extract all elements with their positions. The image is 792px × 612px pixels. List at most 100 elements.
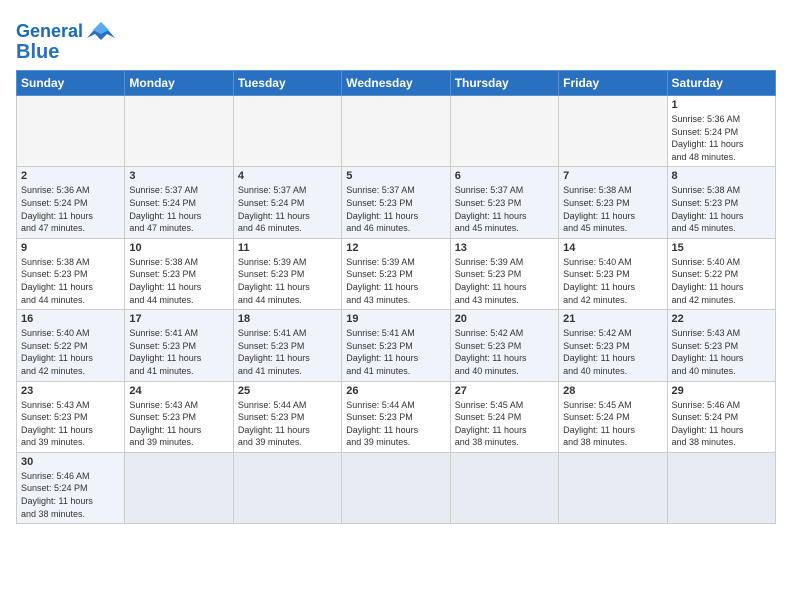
day-number: 23 (21, 385, 120, 397)
calendar-day-cell: 9 Sunrise: 5:38 AM Sunset: 5:23 PM Daylig… (17, 238, 125, 309)
calendar-day-cell: 23Sunrise: 5:43 AM Sunset: 5:23 PM Dayli… (17, 381, 125, 452)
day-info: Sunrise: 5:37 AM Sunset: 5:24 PM Dayligh… (238, 184, 337, 234)
day-info: Sunrise: 5:38 AM Sunset: 5:23 PM Dayligh… (672, 184, 771, 234)
day-info: Sunrise: 5:37 AM Sunset: 5:24 PM Dayligh… (129, 184, 228, 234)
calendar-day-cell (125, 452, 233, 523)
calendar-day-cell (667, 452, 775, 523)
calendar-day-cell: 21Sunrise: 5:42 AM Sunset: 5:23 PM Dayli… (559, 310, 667, 381)
day-number: 9 (21, 242, 120, 254)
day-number: 16 (21, 313, 120, 325)
day-info: Sunrise: 5:39 AM Sunset: 5:23 PM Dayligh… (346, 256, 445, 306)
page-container: General Blue SundayMondayTuesdayWednesda… (16, 16, 776, 524)
day-number: 28 (563, 385, 662, 397)
day-info: Sunrise: 5:41 AM Sunset: 5:23 PM Dayligh… (238, 327, 337, 377)
day-info: Sunrise: 5:36 AM Sunset: 5:24 PM Dayligh… (21, 184, 120, 234)
day-info: Sunrise: 5:45 AM Sunset: 5:24 PM Dayligh… (455, 399, 554, 449)
calendar-day-cell (17, 96, 125, 167)
calendar-week-row: 30 Sunrise: 5:46 AM Sunset: 5:24 PM Dayli… (17, 452, 776, 523)
day-number: 30 (21, 456, 120, 468)
logo-bird-icon (87, 20, 115, 42)
logo-text: General (16, 22, 83, 40)
day-number: 8 (672, 170, 771, 182)
calendar-day-cell: 30 Sunrise: 5:46 AM Sunset: 5:24 PM Dayli… (17, 452, 125, 523)
calendar-day-cell (125, 96, 233, 167)
calendar-day-cell: 18 Sunrise: 5:41 AM Sunset: 5:23 PM Dayli… (233, 310, 341, 381)
day-number: 26 (346, 385, 445, 397)
day-number: 2 (21, 170, 120, 182)
calendar-week-row: 23Sunrise: 5:43 AM Sunset: 5:23 PM Dayli… (17, 381, 776, 452)
calendar-day-cell (450, 452, 558, 523)
day-number: 27 (455, 385, 554, 397)
day-info: Sunrise: 5:40 AM Sunset: 5:22 PM Dayligh… (672, 256, 771, 306)
calendar-day-cell (233, 96, 341, 167)
calendar-day-cell: 24Sunrise: 5:43 AM Sunset: 5:23 PM Dayli… (125, 381, 233, 452)
day-number: 20 (455, 313, 554, 325)
calendar-header-thursday: Thursday (450, 71, 558, 96)
calendar-header-monday: Monday (125, 71, 233, 96)
calendar-header-saturday: Saturday (667, 71, 775, 96)
day-info: Sunrise: 5:36 AM Sunset: 5:24 PM Dayligh… (672, 113, 771, 163)
day-info: Sunrise: 5:46 AM Sunset: 5:24 PM Dayligh… (21, 470, 120, 520)
calendar-day-cell (342, 96, 450, 167)
day-info: Sunrise: 5:41 AM Sunset: 5:23 PM Dayligh… (346, 327, 445, 377)
day-info: Sunrise: 5:38 AM Sunset: 5:23 PM Dayligh… (21, 256, 120, 306)
day-number: 7 (563, 170, 662, 182)
calendar-day-cell: 11Sunrise: 5:39 AM Sunset: 5:23 PM Dayli… (233, 238, 341, 309)
calendar-day-cell (559, 452, 667, 523)
calendar-day-cell (559, 96, 667, 167)
calendar-day-cell: 6Sunrise: 5:37 AM Sunset: 5:23 PM Daylig… (450, 167, 558, 238)
day-info: Sunrise: 5:38 AM Sunset: 5:23 PM Dayligh… (129, 256, 228, 306)
calendar-day-cell: 3 Sunrise: 5:37 AM Sunset: 5:24 PM Daylig… (125, 167, 233, 238)
calendar-week-row: 16 Sunrise: 5:40 AM Sunset: 5:22 PM Dayli… (17, 310, 776, 381)
logo-blue-text: Blue (16, 42, 59, 62)
calendar-day-cell: 19Sunrise: 5:41 AM Sunset: 5:23 PM Dayli… (342, 310, 450, 381)
calendar-day-cell: 4 Sunrise: 5:37 AM Sunset: 5:24 PM Daylig… (233, 167, 341, 238)
day-number: 1 (672, 99, 771, 111)
day-number: 4 (238, 170, 337, 182)
day-info: Sunrise: 5:44 AM Sunset: 5:23 PM Dayligh… (238, 399, 337, 449)
calendar-day-cell: 7Sunrise: 5:38 AM Sunset: 5:23 PM Daylig… (559, 167, 667, 238)
calendar-day-cell (342, 452, 450, 523)
day-number: 15 (672, 242, 771, 254)
day-info: Sunrise: 5:40 AM Sunset: 5:22 PM Dayligh… (21, 327, 120, 377)
day-info: Sunrise: 5:39 AM Sunset: 5:23 PM Dayligh… (455, 256, 554, 306)
calendar-day-cell: 20 Sunrise: 5:42 AM Sunset: 5:23 PM Dayli… (450, 310, 558, 381)
day-number: 12 (346, 242, 445, 254)
logo: General Blue (16, 16, 115, 62)
calendar-day-cell: 17 Sunrise: 5:41 AM Sunset: 5:23 PM Dayli… (125, 310, 233, 381)
day-info: Sunrise: 5:43 AM Sunset: 5:23 PM Dayligh… (672, 327, 771, 377)
calendar-day-cell: 29 Sunrise: 5:46 AM Sunset: 5:24 PM Dayli… (667, 381, 775, 452)
day-number: 14 (563, 242, 662, 254)
day-number: 18 (238, 313, 337, 325)
day-number: 5 (346, 170, 445, 182)
day-info: Sunrise: 5:45 AM Sunset: 5:24 PM Dayligh… (563, 399, 662, 449)
calendar-day-cell: 28 Sunrise: 5:45 AM Sunset: 5:24 PM Dayli… (559, 381, 667, 452)
calendar-day-cell: 13Sunrise: 5:39 AM Sunset: 5:23 PM Dayli… (450, 238, 558, 309)
day-number: 10 (129, 242, 228, 254)
day-info: Sunrise: 5:44 AM Sunset: 5:23 PM Dayligh… (346, 399, 445, 449)
day-info: Sunrise: 5:41 AM Sunset: 5:23 PM Dayligh… (129, 327, 228, 377)
calendar-day-cell: 14Sunrise: 5:40 AM Sunset: 5:23 PM Dayli… (559, 238, 667, 309)
day-info: Sunrise: 5:46 AM Sunset: 5:24 PM Dayligh… (672, 399, 771, 449)
calendar-table: SundayMondayTuesdayWednesdayThursdayFrid… (16, 70, 776, 524)
calendar-day-cell: 26 Sunrise: 5:44 AM Sunset: 5:23 PM Dayli… (342, 381, 450, 452)
calendar-header-tuesday: Tuesday (233, 71, 341, 96)
calendar-day-cell: 10 Sunrise: 5:38 AM Sunset: 5:23 PM Dayli… (125, 238, 233, 309)
calendar-day-cell: 1 Sunrise: 5:36 AM Sunset: 5:24 PM Daylig… (667, 96, 775, 167)
calendar-header-sunday: Sunday (17, 71, 125, 96)
calendar-day-cell: 15 Sunrise: 5:40 AM Sunset: 5:22 PM Dayli… (667, 238, 775, 309)
day-number: 17 (129, 313, 228, 325)
day-number: 11 (238, 242, 337, 254)
calendar-header-wednesday: Wednesday (342, 71, 450, 96)
day-info: Sunrise: 5:37 AM Sunset: 5:23 PM Dayligh… (346, 184, 445, 234)
day-info: Sunrise: 5:42 AM Sunset: 5:23 PM Dayligh… (455, 327, 554, 377)
header: General Blue (16, 16, 776, 62)
calendar-day-cell: 12 Sunrise: 5:39 AM Sunset: 5:23 PM Dayli… (342, 238, 450, 309)
calendar-day-cell (450, 96, 558, 167)
day-number: 3 (129, 170, 228, 182)
calendar-day-cell: 5 Sunrise: 5:37 AM Sunset: 5:23 PM Daylig… (342, 167, 450, 238)
day-number: 24 (129, 385, 228, 397)
day-info: Sunrise: 5:42 AM Sunset: 5:23 PM Dayligh… (563, 327, 662, 377)
day-number: 29 (672, 385, 771, 397)
day-number: 22 (672, 313, 771, 325)
